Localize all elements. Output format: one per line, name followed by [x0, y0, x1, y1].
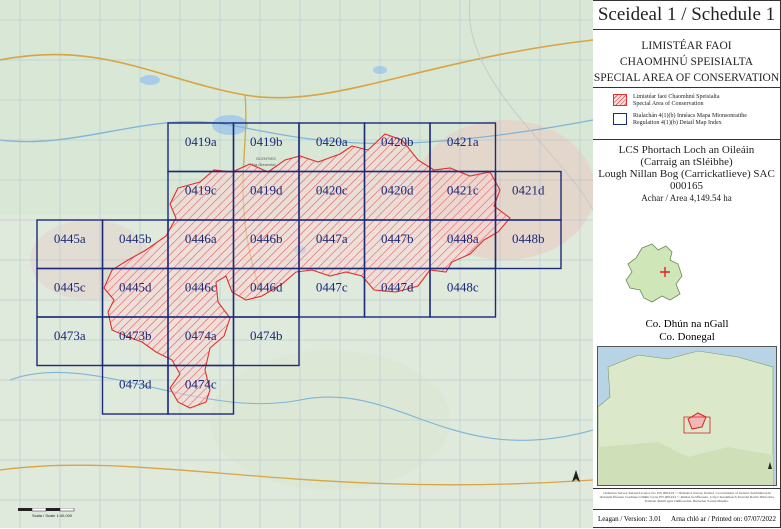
index-tile-label: 0474a: [185, 328, 217, 343]
heading-line-1: LIMISTÉAR FAOI: [641, 40, 732, 52]
index-tile-label: 0447c: [316, 280, 348, 295]
index-tile-label: 0473a: [54, 328, 86, 343]
legend-item-index: Rialachán 4(1)(b) Innéacs Mapa Mionsonra…: [613, 113, 776, 127]
index-tile-label: 0420b: [381, 134, 414, 149]
heading-line-2: CHAOMHNÚ SPEISIALTA: [619, 56, 754, 68]
index-tile-label: 0473d: [119, 377, 152, 392]
map-svg[interactable]: GLENTIES Na Gleanntaí 0419a 0419b 0420a 042…: [0, 0, 593, 528]
index-tile-label: 0445d: [119, 280, 152, 295]
version-bar: Leagan / Version: 3.01 Arna chló ar / Pr…: [593, 509, 781, 528]
map-canvas[interactable]: GLENTIES Na Gleanntaí 0419a 0419b 0420a 042…: [0, 0, 593, 528]
index-tile-label: 0421c: [447, 183, 479, 198]
donegal-outline: [625, 243, 683, 303]
index-tile-label: 0421d: [512, 183, 545, 198]
site-code: 000165: [670, 180, 703, 192]
index-tile-label: 0419b: [250, 134, 283, 149]
schedule-title: Sceideal 1 / Schedule 1: [593, 1, 780, 30]
designation-heading: LIMISTÉAR FAOI CHAOMHNÚ SPEISIALTA SPECI…: [593, 30, 780, 88]
index-tile-label: 0445c: [54, 280, 86, 295]
index-tile-label: 0446a: [185, 231, 217, 246]
index-tile-label: 0420d: [381, 183, 414, 198]
index-tile-label: 0419d: [250, 183, 283, 198]
regional-inset-map: [597, 346, 777, 486]
county-label: Co. Dhún na nGall Co. Donegal: [593, 318, 781, 344]
legend-index-english: Regulation 4(1)(b) Detail Map Index: [633, 120, 722, 126]
regional-inset-svg: [598, 347, 776, 485]
index-tile-label: 0447d: [381, 280, 414, 295]
index-tile-label: 0447b: [381, 231, 414, 246]
index-tile-label: 0474b: [250, 328, 283, 343]
index-tile-label: 0446b: [250, 231, 283, 246]
index-tile-label: 0447a: [316, 231, 348, 246]
index-tile-label: 0446d: [250, 280, 283, 295]
scale-text: Scála / Scale 1:40,000: [32, 513, 73, 518]
scale-bar: Scála / Scale 1:40,000: [18, 508, 88, 518]
index-tile-label: 0445b: [119, 231, 152, 246]
index-tile-label: 0419c: [185, 183, 217, 198]
legend-item-sac: Limistéar faoi Chaomhnú Speisialta Speci…: [613, 94, 776, 108]
site-name-irish: LCS Phortach Loch an Oileáin: [618, 144, 755, 156]
index-tile-label: 0445a: [54, 231, 86, 246]
site-name-irish-sub: (Carraig an tSléibhe): [640, 156, 733, 168]
index-swatch-icon: [613, 113, 627, 125]
index-tile-label: 0446c: [185, 280, 217, 295]
index-tile-label: 0419a: [185, 134, 217, 149]
legend-index-irish: Rialachán 4(1)(b) Innéacs Mapa Mionsonra…: [633, 113, 747, 119]
version-text: Leagan / Version: 3.01: [598, 515, 662, 523]
index-tile-label: 0420a: [316, 134, 348, 149]
site-area: Achar / Area 4,149.54 ha: [641, 193, 732, 203]
index-tile-label: 0448c: [447, 280, 479, 295]
county-irish: Co. Dhún na nGall: [645, 318, 729, 330]
index-tile-label: 0448a: [447, 231, 479, 246]
county-english: Co. Donegal: [659, 331, 715, 343]
index-tile-label: 0448b: [512, 231, 545, 246]
copyright-notice: Ordnance Survey Ireland Licence No. EN 0…: [593, 488, 781, 509]
index-tile-label: 0420c: [316, 183, 348, 198]
sac-swatch-icon: [613, 94, 627, 106]
heading-line-3: SPECIAL AREA OF CONSERVATION: [593, 72, 780, 84]
site-info: LCS Phortach Loch an Oileáin (Carraig an…: [593, 140, 780, 204]
index-tile-label: 0474c: [185, 377, 217, 392]
legend-sac-irish: Limistéar faoi Chaomhnú Speisialta: [633, 94, 720, 100]
donegal-locator-map: [625, 243, 683, 303]
index-tile-label: 0473b: [119, 328, 152, 343]
legend: Limistéar faoi Chaomhnú Speisialta Speci…: [593, 88, 780, 140]
printed-date: Arna chló ar / Printed on: 07/07/2022: [671, 515, 776, 523]
site-name-english: Lough Nillan Bog (Carrickatlieve) SAC: [598, 168, 775, 180]
legend-sac-english: Special Area of Conservation: [633, 101, 704, 107]
index-tile-label: 0421a: [447, 134, 479, 149]
town-label: GLENTIES: [256, 156, 276, 161]
lake: [140, 75, 160, 85]
